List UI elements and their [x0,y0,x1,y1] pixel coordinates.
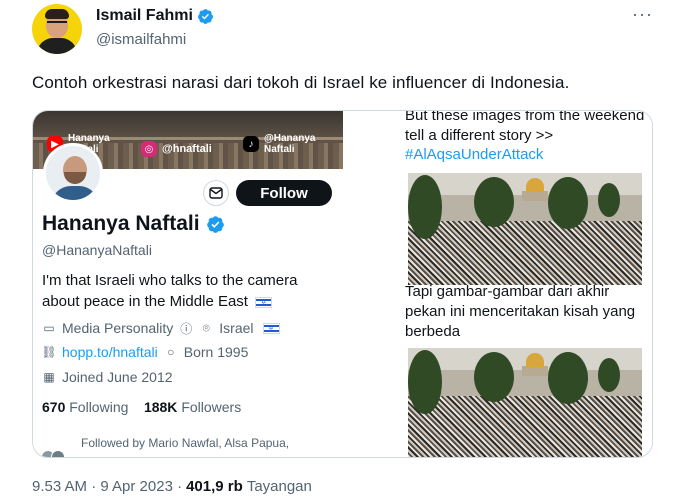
avatar-hair [45,9,69,19]
views-count: 401,9 rb [186,478,243,495]
info-icon: ⓘ [180,321,193,336]
followers-count: 188K [143,399,178,415]
following-count: 670 [42,399,66,415]
photo-tree [598,183,620,217]
profile-avatar-beard [64,172,86,184]
golden-dome [526,353,544,367]
profile-location: Israel [219,320,254,336]
profile-meta-row: ▦ Joined June 2012 [42,369,173,385]
avatar-glasses [47,21,67,26]
followed-by-avatars [41,450,81,457]
profile-meta-row: ⛓ hopp.to/hnaftali ○ Born 1995 [41,344,249,360]
profile-bio-line1: I'm that Israeli who talks to the camera [42,272,298,289]
photo-tree [598,358,620,392]
profile-bio-line2: about peace in the Middle East [42,293,248,310]
tweet-timestamp[interactable]: 9.53 AM · 9 Apr 2023 · [32,478,182,495]
author-name[interactable]: Ismail Fahmi [96,7,193,25]
israel-flag-icon: ✡ [262,322,280,334]
avatar-shirt [37,38,77,54]
mail-icon [209,187,223,199]
photo-crowd [408,221,642,285]
profile-category: Media Personality [62,320,174,336]
following-label: Following [69,399,129,415]
profile-joined: Joined June 2012 [62,369,173,385]
photo-tree [474,352,514,402]
post-text-indonesian: Tapi gambar-gambar dari akhir pekan ini … [405,283,636,340]
photo-tree [408,175,442,239]
verified-badge-icon [206,215,224,233]
author-handle[interactable]: @ismailfahmi [96,31,186,48]
profile-link: hopp.to/hnaftali [62,344,158,360]
avatar [51,450,65,457]
location-pin-icon: ⌾ [202,320,210,335]
al-aqsa-photo [408,173,642,285]
author-name-row[interactable]: Ismail Fahmi [96,7,214,25]
instagram-icon: ◎ [141,141,157,157]
profile-avatar-body [51,186,99,200]
profile-born: Born 1995 [183,344,249,360]
al-aqsa-photo [408,348,642,457]
golden-dome [526,178,544,192]
photo-building [522,191,548,201]
tiktok-icon: ♪ [243,136,259,152]
banner-social-label: @Hananya Naftali [264,133,316,155]
photo-tree [548,177,588,229]
photo-tree [408,350,442,414]
media-image-post-screenshot[interactable]: But these images from the weekend tell a… [376,111,652,457]
profile-bio: I'm that Israeli who talks to the camera… [42,270,342,312]
post-text-english: But these images from the weekend tell a… [405,111,645,144]
profile-name-row: Hananya Naftali [42,212,225,236]
calendar-icon: ▦ [43,370,55,384]
views-label: Tayangan [246,478,312,495]
more-options-icon[interactable]: ··· [632,5,656,23]
photo-tree [474,177,514,227]
follow-button: Follow [236,180,332,206]
banner-social-label: @hnaftali [162,142,212,155]
profile-follow-stats: 670 Following 188K Followers [42,399,241,415]
media-image-profile-screenshot[interactable]: ▶ HananyaNaftali ◎ @hnaftali ♪ @HananyaN… [33,111,368,457]
photo-crowd [408,396,642,457]
profile-meta-row: ▭ Media Personality ⓘ ⌾ Israel ✡ [42,320,280,336]
profile-handle: @HananyaNaftali [42,242,152,258]
author-avatar[interactable] [32,4,82,54]
photo-tree [548,352,588,404]
briefcase-icon: ▭ [43,321,55,335]
tweet-media[interactable]: ▶ HananyaNaftali ◎ @hnaftali ♪ @HananyaN… [32,110,653,458]
banner-social-instagram: ◎ @hnaftali [141,141,212,157]
banner-social-tiktok: ♪ @Hananya Naftali [243,133,315,155]
balloon-icon: ○ [167,345,175,359]
followed-by-text: Followed by Mario Nawfal, Alsa Papua, [81,436,290,450]
post-hashtag: #AlAqsaUnderAttack [405,146,544,163]
followers-label: Followers [181,399,242,415]
tweet-text: Contoh orkestrasi narasi dari tokoh di I… [32,73,570,92]
verified-badge-icon [197,8,213,24]
profile-avatar [43,143,103,203]
tweet-footer: 9.53 AM · 9 Apr 2023 · 401,9 rb Tayangan [32,478,312,495]
profile-name: Hananya Naftali [42,212,200,235]
photo-building [522,366,548,376]
link-icon: ⛓ [41,345,57,359]
israel-flag-icon: ✡ [255,296,273,308]
message-button [203,180,229,206]
